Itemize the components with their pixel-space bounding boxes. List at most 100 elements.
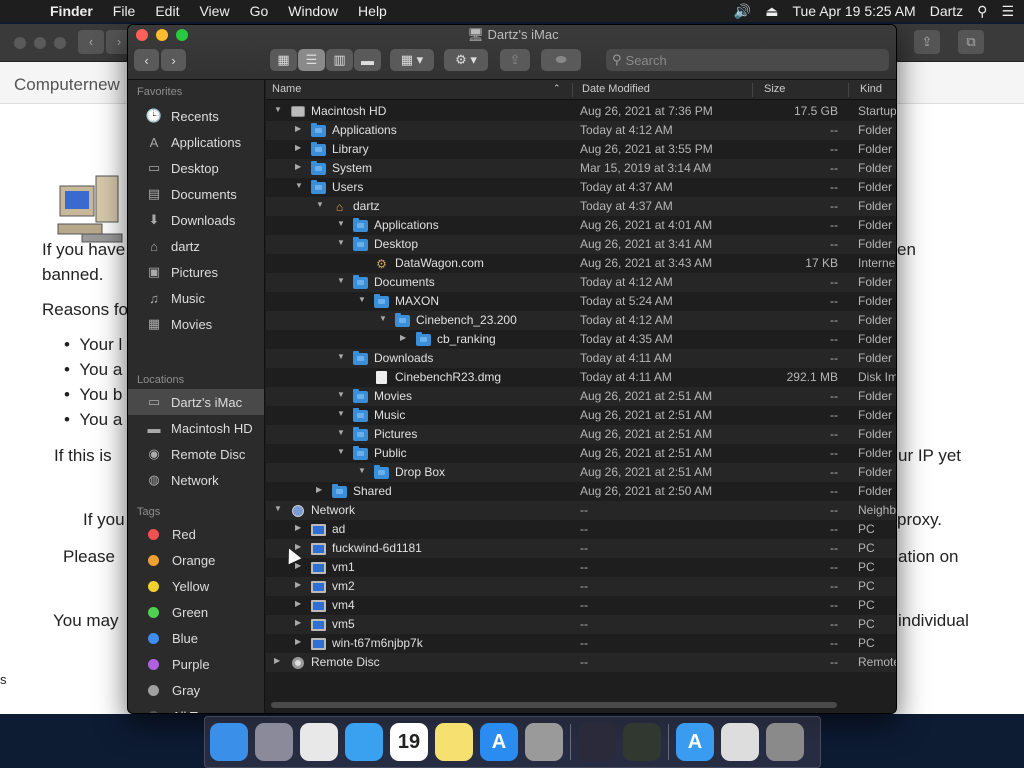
sidebar-item-network[interactable]: ◍ Network [128,467,264,493]
disclosure-expanded-icon[interactable]: ▼ [337,428,345,437]
disclosure-expanded-icon[interactable]: ▼ [337,219,345,228]
sidebar-item-music[interactable]: ♫ Music [128,285,264,311]
sidebar-tag-yellow[interactable]: Yellow [128,573,264,599]
horizontal-scrollbar[interactable] [271,702,837,708]
file-row[interactable]: ▼ Downloads Today at 4:11 AM -- Folder [266,349,896,368]
sidebar-item-movies[interactable]: ▦ Movies [128,311,264,337]
file-row[interactable]: ▶ vm5 -- -- PC [266,615,896,634]
file-row[interactable]: CinebenchR23.dmg Today at 4:11 AM 292.1 MB… [266,368,896,387]
file-row[interactable]: ▶ System Mar 15, 2019 at 3:14 AM -- Folder [266,159,896,178]
sidebar-tag-red[interactable]: Red [128,521,264,547]
file-row[interactable]: ▶ Library Aug 26, 2021 at 3:55 PM -- Folder [266,140,896,159]
disclosure-collapsed-icon[interactable]: ▶ [295,599,301,608]
finder-dock-icon[interactable] [210,723,248,761]
file-row[interactable]: ▼ Macintosh HD Aug 26, 2021 at 7:36 PM 17.5… [266,102,896,121]
file-row[interactable]: ▶ vm2 -- -- PC [266,577,896,596]
file-row[interactable]: ▶ vm4 -- -- PC [266,596,896,615]
sidebar-item-downloads[interactable]: ⬇ Downloads [128,207,264,233]
disclosure-expanded-icon[interactable]: ▼ [337,352,345,361]
file-row[interactable]: ▶ vm1 -- -- PC [266,558,896,577]
disclosure-collapsed-icon[interactable]: ▶ [295,561,301,570]
file-row[interactable]: ▶ Remote Disc -- -- Remote [266,653,896,672]
site-name[interactable]: Computernew [14,75,120,95]
cinema4d-dock-icon[interactable] [578,723,616,761]
menu-file[interactable]: File [103,3,146,19]
browser-close-button[interactable] [14,37,26,49]
calendar-dock-icon[interactable]: 19 [390,723,428,761]
sidebar-item-macintosh-hd[interactable]: ▬ Macintosh HD [128,415,264,441]
disclosure-expanded-icon[interactable]: ▼ [337,390,345,399]
gallery-view-button[interactable]: ▬ [354,49,381,71]
disclosure-expanded-icon[interactable]: ▼ [358,295,366,304]
sidebar-item-pictures[interactable]: ▣ Pictures [128,259,264,285]
disclosure-collapsed-icon[interactable]: ▶ [295,523,301,532]
back-button[interactable]: ‹ [134,49,159,71]
chrome-dock-icon[interactable] [300,723,338,761]
sidebar-item-dartz[interactable]: ⌂ dartz [128,233,264,259]
launchpad-dock-icon[interactable] [255,723,293,761]
file-row[interactable]: ▼ ⌂ dartz Today at 4:37 AM -- Folder [266,197,896,216]
forward-button[interactable]: › [161,49,186,71]
file-row[interactable]: ▶ win-t67m6njbp7k -- -- PC [266,634,896,653]
file-row[interactable]: ▼ Documents Today at 4:12 AM -- Folder [266,273,896,292]
browser-zoom-button[interactable] [54,37,66,49]
browser-back-icon[interactable]: ‹ [78,30,104,54]
app-store-dock-icon[interactable]: A [480,723,518,761]
disclosure-expanded-icon[interactable]: ▼ [274,504,282,513]
column-divider[interactable] [848,83,849,97]
sidebar-item-documents[interactable]: ▤ Documents [128,181,264,207]
menu-go[interactable]: Go [240,3,279,19]
disclosure-collapsed-icon[interactable]: ▶ [400,333,406,342]
sidebar-tag-gray[interactable]: Gray [128,677,264,703]
sidebar-item-dartz-s-imac[interactable]: ▭ Dartz's iMac [128,389,264,415]
app-store-download-dock-icon[interactable]: A [676,723,714,761]
tabs-icon[interactable]: ⧉ [958,30,984,54]
sidebar-item-remote-disc[interactable]: ◉ Remote Disc [128,441,264,467]
file-row[interactable]: ▼ Public Aug 26, 2021 at 2:51 AM -- Folder [266,444,896,463]
column-divider[interactable] [572,83,573,97]
file-row[interactable]: ▼ MAXON Today at 5:24 AM -- Folder [266,292,896,311]
column-divider[interactable] [752,83,753,97]
disclosure-collapsed-icon[interactable]: ▶ [295,143,301,152]
user-menu[interactable]: Dartz [930,3,963,19]
sidebar-tag-all-tags-[interactable]: All Tags... [128,703,264,713]
file-row[interactable]: ▼ Movies Aug 26, 2021 at 2:51 AM -- Folder [266,387,896,406]
action-gear-button[interactable]: ⚙ ▾ [444,49,488,71]
disclosure-expanded-icon[interactable]: ▼ [316,200,324,209]
clock[interactable]: Tue Apr 19 5:25 AM [792,3,915,19]
search-input[interactable] [625,52,866,68]
menu-window[interactable]: Window [278,3,348,19]
sidebar-item-desktop[interactable]: ▭ Desktop [128,155,264,181]
disclosure-expanded-icon[interactable]: ▼ [274,105,282,114]
disclosure-collapsed-icon[interactable]: ▶ [316,485,322,494]
file-row[interactable]: ▼ Desktop Aug 26, 2021 at 3:41 AM -- Folder [266,235,896,254]
disclosure-expanded-icon[interactable]: ▼ [337,409,345,418]
file-row[interactable]: ▼ Network -- -- Neighb [266,501,896,520]
control-center-icon[interactable]: ☰ [1001,3,1014,20]
group-by-button[interactable]: ▦ ▾ [390,49,434,71]
document-dock-icon[interactable] [721,723,759,761]
share-icon[interactable]: ⇪ [914,30,940,54]
share-button[interactable]: ⇪ [500,49,530,71]
file-row[interactable]: ▼ Cinebench_23.200 Today at 4:12 AM -- Folde… [266,311,896,330]
spotlight-icon[interactable]: ⚲ [977,3,987,20]
disclosure-expanded-icon[interactable]: ▼ [337,447,345,456]
column-name-header[interactable]: Name [272,83,301,95]
safari-dock-icon[interactable] [345,723,383,761]
activity-monitor-dock-icon[interactable] [623,723,661,761]
file-row[interactable]: ▶ Shared Aug 26, 2021 at 2:50 AM -- Folder [266,482,896,501]
menu-help[interactable]: Help [348,3,397,19]
file-row[interactable]: ▼ Drop Box Aug 26, 2021 at 2:51 AM -- Folder [266,463,896,482]
disclosure-expanded-icon[interactable]: ▼ [337,238,345,247]
sidebar-tag-orange[interactable]: Orange [128,547,264,573]
file-row[interactable]: ▶ ad -- -- PC [266,520,896,539]
menu-edit[interactable]: Edit [145,3,189,19]
menu-finder[interactable]: Finder [40,3,103,19]
disclosure-expanded-icon[interactable]: ▼ [358,466,366,475]
sidebar-item-applications[interactable]: A Applications [128,129,264,155]
column-date-header[interactable]: Date Modified [582,83,650,95]
column-kind-header[interactable]: Kind [860,83,882,95]
icon-view-button[interactable]: ▦ [270,49,297,71]
menu-view[interactable]: View [189,3,239,19]
sidebar-tag-blue[interactable]: Blue [128,625,264,651]
